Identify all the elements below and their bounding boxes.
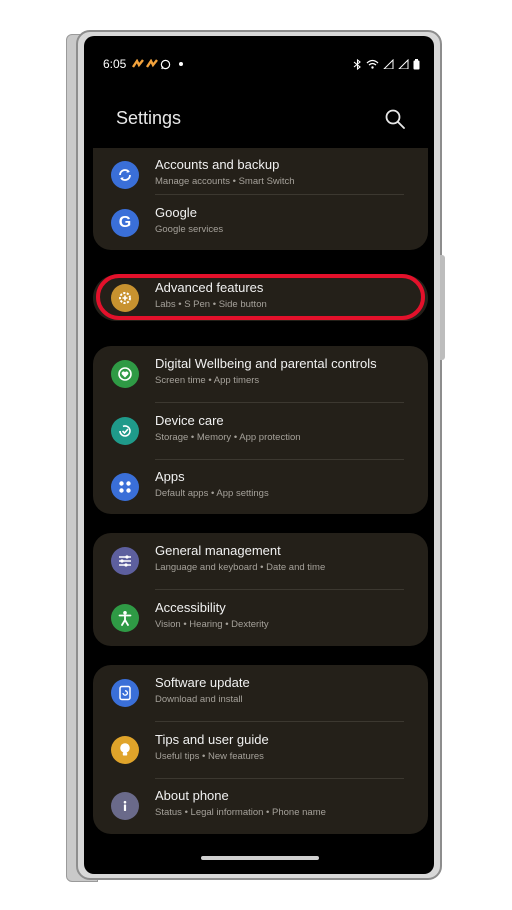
settings-group-general: General management Language and keyboard… [93,533,428,646]
device-care-icon [111,417,139,445]
item-subtitle: Labs • S Pen • Side button [155,299,267,310]
settings-item-accessibility[interactable]: Accessibility Vision • Hearing • Dexteri… [93,590,428,646]
settings-item-tips-and-user-guide[interactable]: Tips and user guide Useful tips • New fe… [93,722,428,778]
system-status-icons [353,58,420,70]
more-notifications-dot-icon [179,62,184,66]
bluetooth-icon [353,58,361,70]
sliders-icon [111,547,139,575]
home-gesture-bar[interactable] [201,856,319,860]
item-subtitle: Download and install [155,694,243,705]
settings-item-software-update[interactable]: Software update Download and install [93,665,428,721]
search-icon[interactable] [384,108,406,130]
signal-icon [398,59,409,69]
heart-circle-icon [111,360,139,388]
item-subtitle: Google services [155,224,224,235]
settings-item-google[interactable]: G Google Google services [93,195,428,251]
item-label: Digital Wellbeing and parental controls [155,356,377,371]
item-label: Accessibility [155,600,226,615]
item-label: About phone [155,788,229,803]
accessibility-person-icon [111,604,139,632]
item-subtitle: Default apps • App settings [155,488,269,499]
battery-icon [413,58,420,69]
info-icon [111,792,139,820]
status-time: 6:05 [103,57,127,71]
settings-item-advanced-features[interactable]: Advanced features Labs • S Pen • Side bu… [93,270,428,326]
item-label: Advanced features [155,280,264,295]
software-update-icon [111,679,139,707]
whatsapp-icon [161,59,171,69]
lightbulb-icon [111,736,139,764]
settings-item-digital-wellbeing[interactable]: Digital Wellbeing and parental controls … [93,346,428,402]
item-subtitle: Storage • Memory • App protection [155,432,301,443]
item-subtitle: Vision • Hearing • Dexterity [155,619,269,630]
settings-group-advanced: Advanced features Labs • S Pen • Side bu… [93,275,428,321]
settings-group-device: Digital Wellbeing and parental controls … [93,346,428,514]
settings-group-accounts: Accounts and backup Manage accounts • Sm… [93,148,428,250]
settings-item-about-phone[interactable]: About phone Status • Legal information •… [93,778,428,834]
notification-app-icon [132,59,145,68]
settings-group-about: Software update Download and install Tip… [93,665,428,834]
page-title: Settings [116,108,182,128]
notification-icons [132,59,184,70]
gear-plus-icon [111,284,139,312]
item-label: Software update [155,675,250,690]
item-subtitle: Status • Legal information • Phone name [155,807,326,818]
status-bar: 6:05 [103,54,420,74]
side-button [440,255,445,360]
settings-item-device-care[interactable]: Device care Storage • Memory • App prote… [93,403,428,459]
item-subtitle: Screen time • App timers [155,375,260,386]
settings-item-general-management[interactable]: General management Language and keyboard… [93,533,428,589]
wifi-icon [366,59,379,69]
item-label: Tips and user guide [155,732,269,747]
item-subtitle: Useful tips • New features [155,751,264,762]
item-label: Device care [155,413,224,428]
apps-grid-icon [111,473,139,501]
item-label: Apps [155,469,185,484]
notification-app-icon [146,59,159,68]
settings-item-apps[interactable]: Apps Default apps • App settings [93,459,428,515]
signal-icon [383,59,394,69]
item-label: Google [155,205,197,220]
item-label: Accounts and backup [155,157,280,172]
phone-screen: 6:05 Settings Accounts and backup Manage… [84,36,434,874]
item-subtitle: Language and keyboard • Date and time [155,562,326,573]
item-subtitle: Manage accounts • Smart Switch [155,176,295,187]
sync-icon [111,161,139,189]
google-g-icon: G [111,209,139,237]
item-label: General management [155,543,281,558]
